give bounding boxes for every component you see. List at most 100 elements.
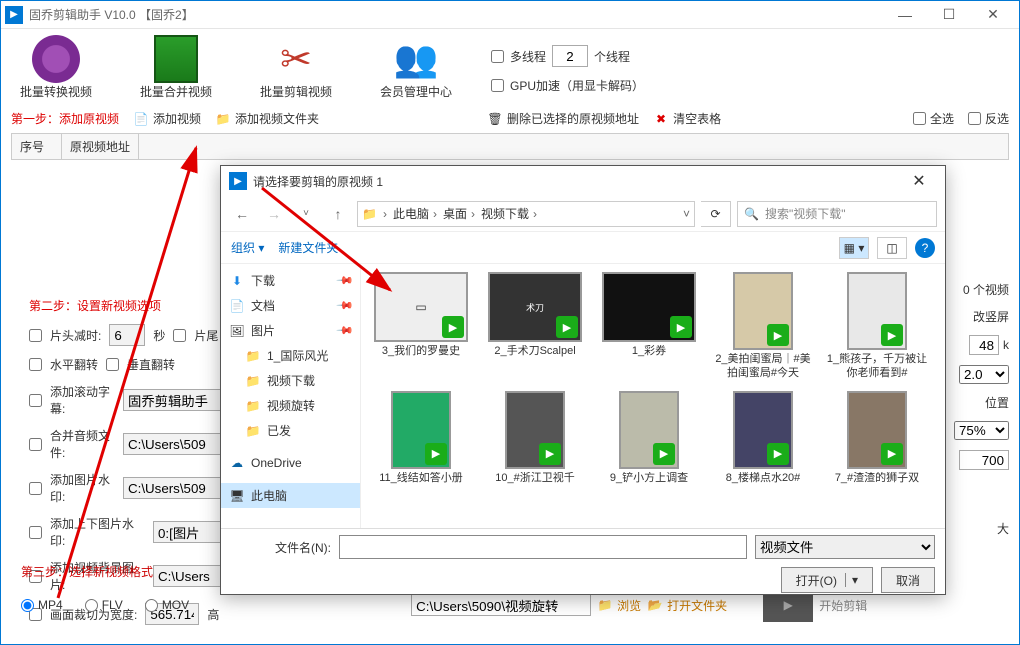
radio-mov[interactable] <box>145 599 158 612</box>
sidebar-item-folder3[interactable]: 📁视频旋转 <box>221 393 360 418</box>
refresh-button[interactable]: ⟳ <box>701 201 731 227</box>
delete-selected-button[interactable]: 🗑 删除已选择的原视频地址 <box>487 110 639 127</box>
filetype-select[interactable]: 视频文件 <box>755 535 935 559</box>
hflip-checkbox[interactable] <box>29 358 42 371</box>
add-video-button[interactable]: 📄 添加视频 <box>133 110 201 127</box>
minimize-button[interactable]: — <box>883 2 927 28</box>
play-badge-icon: ▶ <box>556 316 578 338</box>
breadcrumb-seg[interactable]: 此电脑› <box>393 205 437 222</box>
nav-forward-button[interactable]: → <box>261 201 287 227</box>
sidebar-item-thispc[interactable]: 🖥此电脑 <box>221 483 360 508</box>
file-list: ▭▶3_我们的罗曼史 术刀▶2_手术刀Scalpel ▶1_彩券 ▶2_美拍闺蜜… <box>361 264 945 528</box>
radio-flv[interactable] <box>85 599 98 612</box>
chevron-down-icon[interactable]: ˅ <box>683 207 690 221</box>
sidebar-item-pictures[interactable]: 🖼图片📌 <box>221 318 360 343</box>
file-item[interactable]: ▶2_美拍闺蜜局｜#美拍闺蜜局#今天 <box>711 272 815 381</box>
open-button[interactable]: 打开(O)▾ <box>781 567 873 593</box>
img-watermark-tb-checkbox[interactable] <box>29 526 42 539</box>
pin-icon: 📌 <box>336 321 355 340</box>
view-mode-button[interactable]: ▦ ▾ <box>839 237 869 259</box>
organize-button[interactable]: 组织 ▾ <box>231 239 264 256</box>
dialog-close-button[interactable]: ✕ <box>901 171 937 191</box>
tail-trim-checkbox[interactable] <box>173 329 186 342</box>
img-watermark-tb-input[interactable] <box>153 521 223 543</box>
file-item[interactable]: ▶7_#渣渣的狮子双 <box>825 391 929 486</box>
file-item[interactable]: 术刀▶2_手术刀Scalpel <box>483 272 587 381</box>
chevron-down-icon[interactable]: ▾ <box>845 573 858 587</box>
sidebar-item-folder4[interactable]: 📁已发 <box>221 418 360 443</box>
sidebar-item-folder1[interactable]: 📁1_国际风光 <box>221 343 360 368</box>
file-item[interactable]: ▶10_#浙江卫视千 <box>483 391 587 486</box>
file-item[interactable]: ▶8_楼梯点水20# <box>711 391 815 486</box>
file-item[interactable]: ▶11_线结如答小册 <box>369 391 473 486</box>
search-input[interactable]: 🔍 搜索"视频下载" <box>737 201 937 227</box>
preview-pane-button[interactable]: ◫ <box>877 237 907 259</box>
ribbon-merge[interactable]: 批量合并视频 <box>131 35 221 100</box>
folder-icon: 📁 <box>245 348 261 364</box>
help-button[interactable]: ? <box>915 238 935 258</box>
ribbon-convert[interactable]: 批量转换视频 <box>11 35 101 100</box>
gpu-checkbox[interactable] <box>491 79 504 92</box>
cancel-button[interactable]: 取消 <box>881 567 935 593</box>
new-folder-button[interactable]: 新建文件夹 <box>278 239 338 256</box>
select-all-button[interactable]: 全选 <box>913 110 954 127</box>
sidebar-item-folder2[interactable]: 📁视频下载 <box>221 368 360 393</box>
video-thumb: ▶ <box>619 391 679 469</box>
radio-mp4[interactable] <box>21 599 34 612</box>
scroll-caption-input[interactable] <box>123 389 223 411</box>
file-item[interactable]: ▭▶3_我们的罗曼史 <box>369 272 473 381</box>
ribbon-label: 批量合并视频 <box>140 83 212 100</box>
invert-select-button[interactable]: 反选 <box>968 110 1009 127</box>
breadcrumb-seg[interactable]: 桌面› <box>443 205 475 222</box>
nav-recent-button[interactable]: ˅ <box>293 201 319 227</box>
add-folder-button[interactable]: 📁 添加视频文件夹 <box>215 110 319 127</box>
breadcrumb-seg[interactable]: 视频下载› <box>481 205 537 222</box>
filename-input[interactable] <box>339 535 747 559</box>
app-icon: ▶ <box>5 6 23 24</box>
thread-count-input[interactable] <box>552 45 588 67</box>
nav-up-button[interactable]: ↑ <box>325 201 351 227</box>
video-thumb: 术刀▶ <box>488 272 582 342</box>
ribbon-member[interactable]: 👥 会员管理中心 <box>371 35 461 100</box>
scroll-caption-checkbox[interactable] <box>29 394 42 407</box>
right-panel-stub: 0 个视频 改竖屏 k 2.0 位置 75% 大 <box>954 281 1009 537</box>
play-badge-icon: ▶ <box>425 443 447 465</box>
sidebar-item-onedrive[interactable]: ☁OneDrive <box>221 451 360 475</box>
ribbon-edit[interactable]: ✂ 批量剪辑视频 <box>251 35 341 100</box>
film-reel-icon <box>32 35 80 83</box>
close-button[interactable]: ✕ <box>971 2 1015 28</box>
file-item[interactable]: ▶1_熊孩子，千万被让你老师看到# <box>825 272 929 381</box>
file-item[interactable]: ▶1_彩券 <box>597 272 701 381</box>
play-badge-icon: ▶ <box>767 324 789 346</box>
vflip-checkbox[interactable] <box>106 358 119 371</box>
sidebar-item-downloads[interactable]: ⬇下载📌 <box>221 268 360 293</box>
output-path-input[interactable] <box>411 594 591 616</box>
ratio-select[interactable]: 2.0 <box>959 365 1009 384</box>
open-folder-button[interactable]: 📂打开文件夹 <box>647 597 727 614</box>
video-thumb: ▶ <box>505 391 565 469</box>
nav-back-button[interactable]: ← <box>229 201 255 227</box>
pct-select[interactable]: 75% <box>954 421 1009 440</box>
merge-audio-input[interactable] <box>123 433 223 455</box>
gpu-label: GPU加速（用显卡解码） <box>510 77 644 94</box>
head-trim-input[interactable] <box>109 324 145 346</box>
clear-table-button[interactable]: ✖ 清空表格 <box>653 110 721 127</box>
size-input[interactable] <box>959 450 1009 470</box>
clear-icon: ✖ <box>653 111 669 127</box>
file-item[interactable]: ▶9_铲小方上调查 <box>597 391 701 486</box>
head-trim-checkbox[interactable] <box>29 329 42 342</box>
dialog-icon: ▶ <box>229 172 247 190</box>
browse-button[interactable]: 📁浏览 <box>597 597 641 614</box>
step1-label: 第一步：添加原视频 <box>11 110 119 127</box>
bitrate-input[interactable] <box>969 335 999 355</box>
multithread-checkbox[interactable] <box>491 50 504 63</box>
search-placeholder: 搜索"视频下载" <box>765 205 846 222</box>
sidebar-item-documents[interactable]: 📄文档📌 <box>221 293 360 318</box>
breadcrumb[interactable]: 📁 › 此电脑› 桌面› 视频下载› ˅ <box>357 201 695 227</box>
maximize-button[interactable]: ☐ <box>927 2 971 28</box>
img-watermark-input[interactable] <box>123 477 223 499</box>
pin-icon: 📌 <box>336 271 355 290</box>
folder-icon: 📁 <box>245 398 261 414</box>
img-watermark-checkbox[interactable] <box>29 482 42 495</box>
merge-audio-checkbox[interactable] <box>29 438 42 451</box>
